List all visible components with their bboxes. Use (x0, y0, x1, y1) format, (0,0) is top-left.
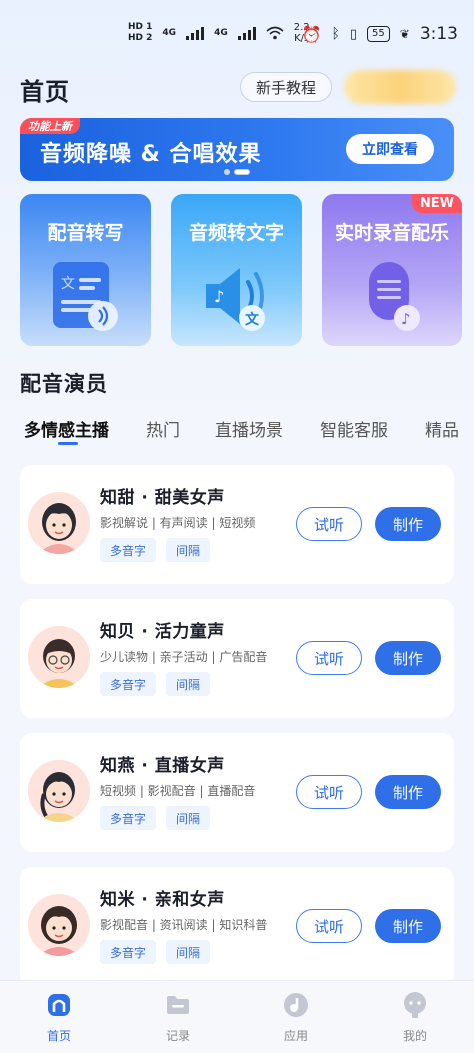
nav-label: 我的 (402, 1029, 427, 1043)
actor-description: 影视配音 | 资讯阅读 | 知识科普 (100, 918, 268, 932)
avatar (28, 626, 90, 688)
make-button[interactable]: 制作 (375, 507, 441, 541)
feature-title: 实时录音配乐 (334, 222, 449, 244)
status-bar: HD 1 HD 2 4G 4G 2.2 K/s ⏰ ᛒ ▯ 55 ❦ 3:13 (0, 0, 474, 68)
microphone-music-icon: ♪ (369, 262, 420, 331)
clock: 3:13 (419, 24, 458, 44)
nav-apps[interactable]: 应用 (251, 991, 341, 1044)
tab-indicator (58, 442, 78, 445)
tab-live-scene[interactable]: 直播场景 (215, 416, 283, 441)
user-avatar-blurred[interactable] (344, 70, 456, 104)
hd1-label: HD 1 (128, 22, 153, 32)
header: 首页 新手教程 (20, 70, 460, 106)
section-title: 配音演员 (20, 372, 108, 396)
feature-audio-to-text[interactable]: 音频转文字 ♪ 文 (171, 194, 302, 346)
listen-button[interactable]: 试听 (296, 641, 362, 675)
feature-chip: 多音字 (100, 806, 157, 830)
nav-label: 应用 (283, 1029, 308, 1043)
actor-card[interactable]: 知甜 · 甜美女声 影视解说 | 有声阅读 | 短视频 多音字 间隔 试听 制作 (20, 465, 454, 584)
nav-home[interactable]: 首页 (14, 991, 104, 1044)
tab-premium[interactable]: 精品 (425, 416, 459, 441)
net2-label: 4G (214, 28, 228, 38)
profile-icon (401, 991, 429, 1019)
feature-live-record-music[interactable]: NEW 实时录音配乐 ♪ (322, 194, 462, 346)
svg-text:文: 文 (245, 311, 260, 328)
bottom-nav: 首页 记录 应用 我的 (0, 980, 474, 1053)
nav-label: 首页 (46, 1029, 71, 1043)
feature-chip: 间隔 (166, 538, 211, 562)
listen-button[interactable]: 试听 (296, 909, 362, 943)
network-indicators: HD 1 HD 2 4G 4G 2.2 K/s (128, 22, 310, 44)
make-button[interactable]: 制作 (375, 775, 441, 809)
svg-text:文: 文 (61, 276, 75, 292)
feature-title: 配音转写 (47, 222, 124, 244)
feature-dub-transcribe[interactable]: 配音转写 文 (20, 194, 151, 346)
avatar (28, 492, 90, 554)
make-button[interactable]: 制作 (375, 909, 441, 943)
home-icon (45, 991, 73, 1019)
bluetooth-icon: ᛒ (331, 26, 340, 42)
nav-records[interactable]: 记录 (133, 991, 223, 1044)
actor-card[interactable]: 知米 · 亲和女声 影视配音 | 资讯阅读 | 知识科普 多音字 间隔 试听 制… (20, 867, 454, 986)
banner-pagination (224, 169, 250, 175)
tab-multi-emotion[interactable]: 多情感主播 (24, 416, 109, 441)
page-title: 首页 (20, 78, 70, 106)
signal-icon (186, 26, 205, 40)
actor-name: 知甜 · 甜美女声 (100, 488, 225, 508)
alarm-icon: ⏰ (301, 24, 322, 44)
pagination-dot-active (234, 169, 250, 175)
vibrate-icon: ▯ (349, 26, 358, 42)
actor-name: 知贝 · 活力童声 (100, 622, 225, 642)
signal-icon-2 (237, 26, 256, 40)
feature-cards: 配音转写 文 音频转文字 ♪ 文 NEW 实时录音配乐 ♪ (20, 194, 474, 346)
banner-view-button[interactable]: 立即查看 (346, 134, 434, 164)
hd-badges: HD 1 HD 2 (128, 22, 152, 44)
category-tabs: 多情感主播 热门 直播场景 智能客服 精品 (0, 416, 474, 446)
feature-chip: 间隔 (166, 940, 211, 964)
battery-icon: 55 (367, 26, 390, 42)
net1-label: 4G (162, 28, 177, 38)
hd2-label: HD 2 (128, 33, 153, 43)
banner-tag: 功能上新 (20, 118, 80, 134)
svg-text:♪: ♪ (401, 310, 411, 328)
actor-card[interactable]: 知燕 · 直播女声 短视频 | 影视配音 | 直播配音 多音字 间隔 试听 制作 (20, 733, 454, 852)
feature-chip: 间隔 (166, 672, 211, 696)
apps-icon (282, 991, 310, 1019)
system-indicators: ⏰ ᛒ ▯ 55 ❦ 3:13 (302, 24, 458, 44)
nav-profile[interactable]: 我的 (370, 991, 460, 1044)
avatar (28, 760, 90, 822)
feature-chip: 多音字 (100, 538, 157, 562)
wifi-icon (266, 26, 284, 40)
feature-title: 音频转文字 (188, 222, 284, 244)
listen-button[interactable]: 试听 (296, 775, 362, 809)
tab-hot[interactable]: 热门 (146, 416, 180, 441)
actor-description: 短视频 | 影视配音 | 直播配音 (100, 784, 256, 798)
speaker-text-icon: ♪ 文 (205, 268, 265, 331)
actor-description: 影视解说 | 有声阅读 | 短视频 (100, 516, 256, 530)
feature-chip: 间隔 (166, 806, 211, 830)
actor-description: 少儿读物 | 亲子活动 | 广告配音 (100, 650, 268, 664)
avatar (28, 894, 90, 956)
new-badge: NEW (411, 194, 462, 213)
tab-smart-service[interactable]: 智能客服 (320, 416, 388, 441)
tutorial-button[interactable]: 新手教程 (240, 72, 332, 102)
svg-text:♪: ♪ (214, 287, 224, 306)
actor-name: 知米 · 亲和女声 (100, 890, 225, 910)
nav-label: 记录 (165, 1029, 190, 1043)
banner-title: 音频降噪 & 合唱效果 (40, 142, 262, 167)
leaf-icon: ❦ (399, 27, 410, 41)
document-audio-icon: 文 (52, 262, 118, 331)
feature-chip: 多音字 (100, 672, 157, 696)
pagination-dot (224, 169, 230, 175)
make-button[interactable]: 制作 (375, 641, 441, 675)
feature-chip: 多音字 (100, 940, 157, 964)
folder-icon (164, 991, 192, 1019)
actor-card[interactable]: 知贝 · 活力童声 少儿读物 | 亲子活动 | 广告配音 多音字 间隔 试听 制… (20, 599, 454, 718)
listen-button[interactable]: 试听 (296, 507, 362, 541)
actor-name: 知燕 · 直播女声 (100, 756, 225, 776)
